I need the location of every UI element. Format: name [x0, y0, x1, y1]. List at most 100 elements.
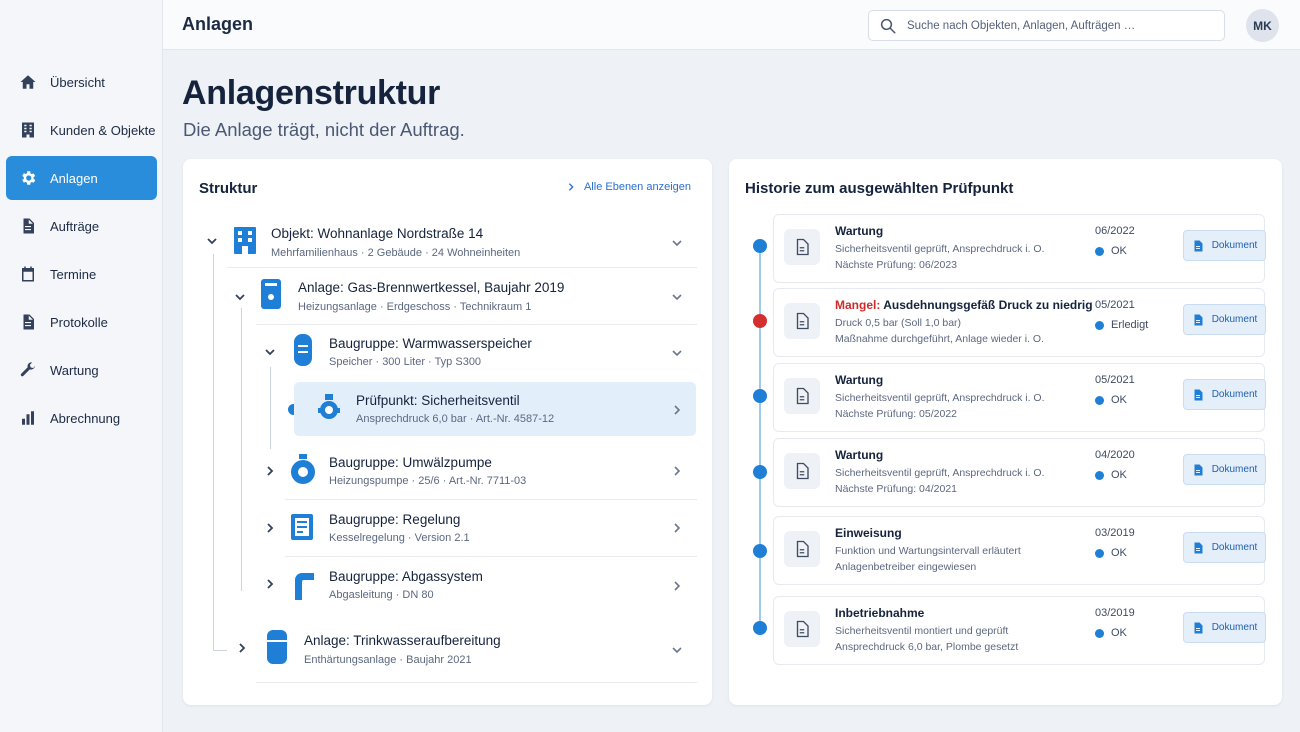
show-all-levels-link[interactable]: Alle Ebenen anzeigen: [566, 181, 691, 193]
document-icon: [784, 303, 820, 339]
tree-node-warmwasserspeicher[interactable]: Baugruppe: Warmwasserspeicher Speicher ·…: [265, 325, 697, 379]
history-entry-title-text: Wartung: [835, 224, 884, 238]
structure-title: Struktur: [199, 180, 258, 197]
sidebar-item-protokolle[interactable]: Protokolle: [6, 300, 157, 344]
chevron-down-icon[interactable]: [264, 345, 276, 357]
status-badge: OK: [1095, 547, 1127, 559]
tree-node-pruefpunkt-sicherheitsventil[interactable]: Prüfpunkt: Sicherheitsventil Ansprechdru…: [294, 382, 696, 436]
tree-node-trinkwasseraufbereitung[interactable]: Anlage: Trinkwasseraufbereitung Enthärtu…: [239, 620, 697, 683]
tree-node-anlage-kessel[interactable]: Anlage: Gas-Brennwertkessel, Baujahr 201…: [235, 268, 697, 325]
sidebar-item-auftraege[interactable]: Aufträge: [6, 204, 157, 248]
sidebar-item-kunden-objekte[interactable]: Kunden & Objekte: [6, 108, 157, 152]
history-entry[interactable]: Einweisung Funktion und Wartungsinterval…: [773, 516, 1266, 585]
history-entry-detail: Sicherheitsventil montiert und geprüft: [835, 625, 1009, 637]
chevron-down-icon[interactable]: [671, 290, 683, 302]
page-title: Anlagenstruktur: [182, 74, 441, 112]
document-icon: [784, 453, 820, 489]
document-button[interactable]: Dokument: [1183, 454, 1266, 485]
timeline-dot: [753, 621, 767, 635]
history-entry-title: Wartung: [835, 224, 883, 238]
chevron-right-icon[interactable]: [671, 403, 683, 415]
history-entry-date: 04/2020: [1095, 449, 1135, 461]
sidebar-item-uebersicht[interactable]: Übersicht: [6, 60, 157, 104]
status-dot: [1095, 246, 1104, 256]
history-entry-title: Wartung: [835, 373, 883, 387]
show-all-levels-label: Alle Ebenen anzeigen: [583, 181, 691, 193]
status-text: OK: [1111, 245, 1127, 257]
chevron-right-icon[interactable]: [264, 577, 276, 589]
tree-node-title: Baugruppe: Regelung: [329, 512, 461, 527]
sidebar-item-label: Kunden & Objekte: [50, 122, 156, 138]
document-button[interactable]: Dokument: [1183, 612, 1266, 643]
status-text: Erledigt: [1111, 319, 1149, 331]
document-button[interactable]: Dokument: [1183, 532, 1266, 563]
tree-node-title: Baugruppe: Warmwasserspeicher: [329, 336, 532, 351]
search-box[interactable]: [868, 10, 1225, 41]
history-entry-date: 05/2021: [1095, 374, 1135, 386]
document-icon: [784, 378, 820, 414]
tree-node-subtitle: Enthärtungsanlage · Baujahr 2021: [304, 654, 472, 666]
history-entry-detail: Funktion und Wartungsintervall erläutert: [835, 545, 1021, 557]
timeline-dot: [753, 465, 767, 479]
chevron-down-icon[interactable]: [234, 290, 246, 302]
history-title: Historie zum ausgewählten Prüfpunkt: [745, 180, 1014, 197]
chevron-right-icon[interactable]: [236, 641, 248, 653]
history-entry[interactable]: Inbetriebnahme Sicherheitsventil montier…: [773, 596, 1266, 665]
boiler-icon: [260, 278, 282, 315]
app-title: Anlagen: [182, 14, 254, 34]
document-icon: [19, 313, 37, 331]
history-entry[interactable]: Wartung Sicherheitsventil geprüft, Anspr…: [773, 438, 1266, 507]
valve-icon: [318, 393, 340, 428]
document-button[interactable]: Dokument: [1183, 304, 1266, 335]
tank-icon: [293, 333, 313, 372]
tree-node-umwaelzpumpe[interactable]: Baugruppe: Umwälzpumpe Heizungspumpe · 2…: [267, 443, 697, 500]
chevron-down-icon[interactable]: [206, 234, 218, 246]
sidebar-item-label: Anlagen: [50, 170, 98, 186]
history-entry-detail: Nächste Prüfung: 06/2023: [835, 259, 958, 271]
tree-node-abgassystem[interactable]: Baugruppe: Abgassystem Abgasleitung · DN…: [267, 557, 697, 614]
history-entry-title-text: Inbetriebnahme: [835, 606, 925, 620]
sidebar-item-abrechnung[interactable]: Abrechnung: [6, 396, 157, 440]
calendar-icon: [19, 265, 37, 283]
tree-node-regelung[interactable]: Baugruppe: Regelung Kesselregelung · Ver…: [267, 500, 697, 557]
history-entry-title: Inbetriebnahme: [835, 606, 924, 620]
document-button[interactable]: Dokument: [1183, 230, 1266, 261]
tree-node-subtitle: Kesselregelung · Version 2.1: [329, 532, 470, 544]
history-entry-title-text: Wartung: [835, 373, 884, 387]
status-dot: [1095, 470, 1104, 480]
document-icon: [1194, 464, 1203, 475]
chevron-right-icon[interactable]: [671, 464, 683, 476]
status-badge: OK: [1095, 394, 1127, 406]
document-icon: [1194, 314, 1203, 325]
tree-connector: [213, 254, 214, 650]
chevron-down-icon[interactable]: [671, 236, 683, 248]
chevron-right-icon[interactable]: [671, 521, 683, 533]
history-entry[interactable]: Wartung Sicherheitsventil geprüft, Anspr…: [773, 363, 1266, 432]
tree-node-subtitle: Ansprechdruck 6,0 bar · Art.-Nr. 4587-12: [356, 413, 555, 425]
chevron-down-icon[interactable]: [671, 346, 683, 358]
history-entry-title: Einweisung: [835, 526, 902, 540]
history-entry[interactable]: Wartung Sicherheitsventil geprüft, Anspr…: [773, 214, 1266, 283]
status-text: OK: [1111, 394, 1127, 406]
status-dot: [1095, 548, 1104, 558]
search-input[interactable]: [907, 19, 1207, 32]
chevron-down-icon[interactable]: [671, 643, 683, 655]
tree-node-objekt[interactable]: Objekt: Wohnanlage Nordstraße 14 Mehrfam…: [207, 212, 697, 268]
timeline-dot: [753, 314, 767, 328]
timeline-dot: [753, 544, 767, 558]
sidebar-item-anlagen[interactable]: Anlagen: [6, 156, 157, 200]
history-entry-date: 06/2022: [1095, 225, 1135, 237]
sidebar-item-termine[interactable]: Termine: [6, 252, 157, 296]
chevron-right-icon[interactable]: [264, 464, 276, 476]
history-entry-title: Mangel: Ausdehnungsgefäß Druck zu niedri…: [835, 298, 1093, 312]
cylinder-icon: [266, 629, 288, 670]
history-entry-title-text: Einweisung: [835, 526, 902, 540]
document-button[interactable]: Dokument: [1183, 379, 1266, 410]
history-entry-detail: Nächste Prüfung: 04/2021: [835, 483, 958, 495]
avatar[interactable]: MK: [1246, 9, 1279, 42]
timeline-line: [759, 246, 761, 629]
chevron-right-icon[interactable]: [264, 521, 276, 533]
history-entry[interactable]: Mangel: Ausdehnungsgefäß Druck zu niedri…: [773, 288, 1266, 357]
chevron-right-icon[interactable]: [671, 579, 683, 591]
sidebar-item-wartung[interactable]: Wartung: [6, 348, 157, 392]
